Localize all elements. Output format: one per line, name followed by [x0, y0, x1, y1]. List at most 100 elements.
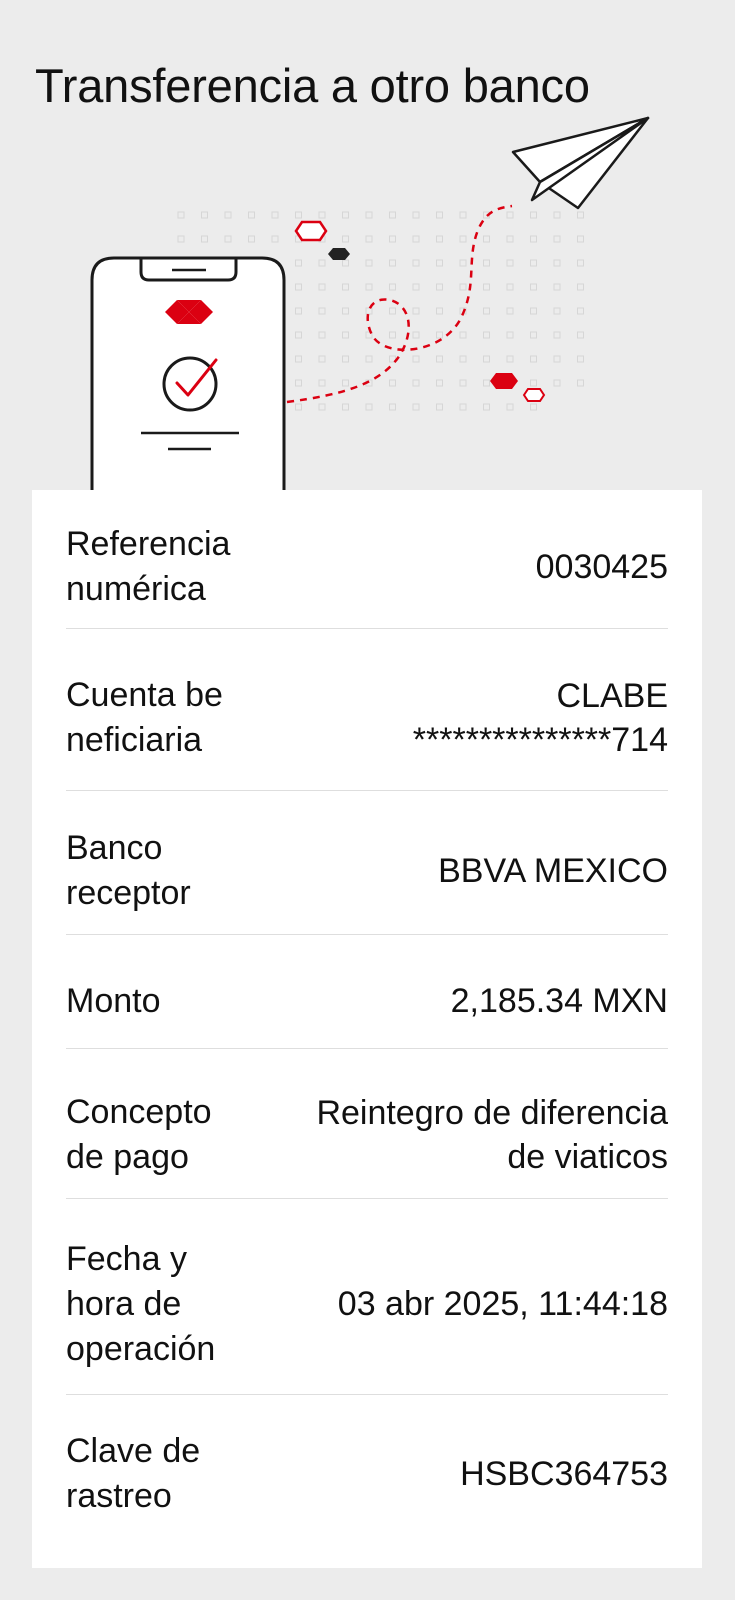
detail-value: Reintegro de diferencia de viaticos — [316, 1094, 668, 1176]
grid-dot — [553, 235, 561, 243]
grid-dot — [248, 211, 255, 219]
grid-dot — [553, 259, 561, 267]
grid-dot — [318, 331, 326, 339]
grid-dot — [342, 211, 349, 219]
grid-dot — [506, 283, 514, 291]
grid-dot — [342, 307, 349, 315]
row-divider — [66, 1394, 668, 1395]
grid-dot — [483, 355, 490, 363]
grid-dot — [483, 307, 490, 315]
grid-dot — [459, 283, 467, 291]
grid-dot — [459, 331, 467, 339]
grid-dot — [295, 283, 302, 291]
detail-label: Concepto de pago — [66, 1093, 212, 1176]
grid-dot — [389, 307, 396, 315]
grid-dot — [295, 355, 302, 363]
grid-dot — [577, 331, 584, 339]
grid-dot — [412, 307, 420, 315]
grid-dot — [295, 259, 302, 267]
grid-dot — [342, 283, 349, 291]
grid-dot — [459, 235, 467, 243]
grid-dot — [365, 355, 373, 363]
grid-dot — [483, 283, 490, 291]
grid-dot — [295, 403, 302, 411]
detail-label: Fecha y hora de operación — [66, 1239, 216, 1368]
detail-value: 03 abr 2025, 11:44:18 — [337, 1284, 668, 1323]
grid-dot — [577, 259, 584, 267]
detail-row: Referencia numérica 0030425 — [66, 512, 668, 622]
grid-dot — [389, 283, 396, 291]
grid-dot — [342, 235, 349, 243]
grid-dot — [177, 235, 185, 243]
grid-dot — [530, 235, 537, 243]
grid-dot — [577, 379, 584, 387]
grid-dot — [506, 355, 514, 363]
grid-dot — [436, 355, 443, 363]
grid-dot — [389, 379, 396, 387]
grid-dot — [365, 283, 373, 291]
row-divider — [66, 934, 668, 935]
grid-dot — [224, 211, 232, 219]
detail-label: Clave de rastreo — [66, 1432, 201, 1515]
grid-dot — [389, 403, 396, 411]
grid-dot — [436, 331, 443, 339]
grid-dot — [436, 403, 443, 411]
grid-dot — [483, 235, 490, 243]
detail-value: HSBC364753 — [460, 1454, 668, 1493]
grid-dot — [459, 403, 467, 411]
grid-dot — [483, 331, 490, 339]
grid-dot — [271, 211, 279, 219]
grid-dot — [553, 307, 561, 315]
detail-label: Cuenta be neficiaria — [66, 676, 223, 759]
detail-row: Clave de rastreo HSBC364753 — [66, 1414, 668, 1534]
grid-dot — [436, 307, 443, 315]
grid-dot — [318, 307, 326, 315]
grid-dot — [412, 355, 420, 363]
grid-dot — [342, 403, 349, 411]
hexagon-outline-red — [294, 220, 328, 242]
grid-dot — [318, 283, 326, 291]
grid-dot — [483, 379, 490, 387]
grid-dot — [177, 211, 185, 219]
grid-dot — [224, 235, 232, 243]
grid-dot — [271, 235, 279, 243]
hexagon-red — [490, 373, 518, 389]
grid-dot — [365, 259, 373, 267]
grid-dot — [553, 211, 561, 219]
grid-dot — [530, 403, 537, 411]
grid-dot — [412, 331, 420, 339]
grid-dot — [389, 331, 396, 339]
grid-dot — [365, 403, 373, 411]
grid-dot — [412, 403, 420, 411]
detail-value: 2,185.34 MXN — [450, 981, 668, 1020]
grid-dot — [530, 307, 537, 315]
detail-label: Banco receptor — [66, 829, 191, 912]
row-divider — [66, 790, 668, 791]
grid-dot — [506, 307, 514, 315]
grid-dot — [342, 259, 349, 267]
transfer-details-card: Referencia numérica 0030425 Cuenta be nefici… — [32, 490, 702, 1568]
grid-dot — [577, 211, 584, 219]
grid-dot — [530, 283, 537, 291]
grid-dot — [436, 259, 443, 267]
grid-dot — [530, 259, 537, 267]
grid-dot — [389, 235, 396, 243]
detail-row: Fecha y hora de operación 03 abr 2025, 11:4… — [66, 1224, 668, 1384]
grid-dot — [318, 211, 326, 219]
detail-row: Banco receptor BBVA MEXICO — [66, 816, 668, 926]
grid-dot — [553, 355, 561, 363]
grid-dot — [365, 211, 373, 219]
detail-value: BBVA MEXICO — [438, 851, 668, 890]
detail-row: Concepto de pago Reintegro de diferencia de… — [66, 1076, 668, 1194]
detail-label: Referencia numérica — [66, 525, 231, 608]
grid-dot — [436, 379, 443, 387]
grid-dot — [530, 379, 537, 387]
grid-dot — [553, 283, 561, 291]
grid-dot — [295, 211, 302, 219]
grid-dot — [295, 331, 302, 339]
grid-dot — [342, 379, 349, 387]
row-divider — [66, 1048, 668, 1049]
grid-dot — [389, 211, 396, 219]
grid-dot — [412, 259, 420, 267]
grid-dot — [295, 307, 302, 315]
